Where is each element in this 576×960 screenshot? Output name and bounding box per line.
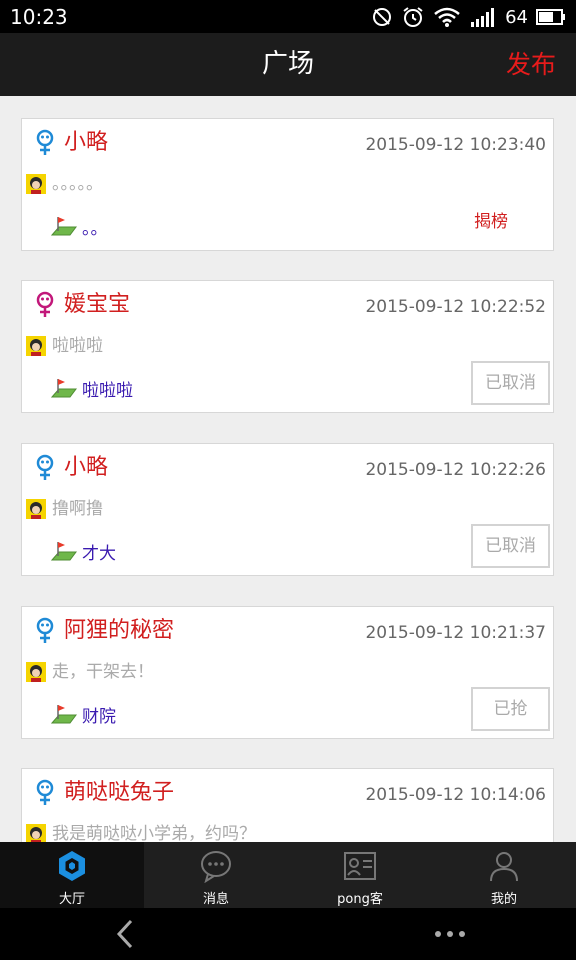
alarm-icon [403, 7, 423, 27]
post-time: 2015-09-12 10:21:37 [365, 623, 546, 643]
location-flag-icon [50, 379, 77, 398]
battery-icon [536, 9, 565, 25]
avatar [26, 336, 46, 356]
location-flag-icon [50, 705, 77, 724]
tab-hall[interactable]: 大厅 [0, 842, 144, 908]
no-disturb-icon [373, 8, 392, 26]
post-message: 走，干架去！ [52, 662, 154, 682]
feed-card[interactable]: 萌哒哒兔子 2015-09-12 10:14:06 我是萌哒哒小学弟，约吗？ [21, 768, 554, 842]
avatar [26, 824, 46, 842]
feed-card[interactable]: 阿狸的秘密 2015-09-12 10:21:37 走，干架去！ 财院 已抢 [21, 606, 554, 739]
status-time: 10:23 [10, 5, 68, 29]
avatar [26, 174, 46, 194]
title-bar: 广场 发布 [0, 33, 576, 96]
user-name[interactable]: 萌哒哒兔子 [64, 779, 174, 807]
bottom-tab-bar: 大厅 消息 pong客 我的 [0, 842, 576, 908]
claim-button[interactable]: 揭榜 [474, 209, 508, 235]
user-name[interactable]: 媛宝宝 [64, 291, 130, 319]
user-name[interactable]: 小略 [64, 454, 108, 482]
tab-pong[interactable]: pong客 [288, 842, 432, 908]
hall-icon [59, 851, 85, 881]
post-message: 。。。。。 [52, 174, 103, 194]
user-name[interactable]: 小略 [64, 129, 108, 157]
post-message: 我是萌哒哒小学弟，约吗？ [52, 824, 256, 842]
location-flag-icon [50, 217, 77, 236]
post-message: 撸啊撸 [52, 499, 103, 519]
user-name[interactable]: 阿狸的秘密 [64, 617, 174, 645]
post-time: 2015-09-12 10:22:52 [365, 297, 546, 317]
status-bar: 10:23 64 [0, 0, 576, 33]
post-time: 2015-09-12 10:14:06 [365, 785, 546, 805]
more-icon[interactable] [432, 928, 468, 940]
message-icon [201, 851, 231, 883]
male-user-icon [36, 129, 54, 155]
tab-message[interactable]: 消息 [144, 842, 288, 908]
back-icon[interactable] [113, 918, 139, 950]
status-button[interactable]: 已抢 [471, 687, 550, 731]
tab-label: 大厅 [58, 892, 85, 907]
avatar [26, 499, 46, 519]
wifi-icon [434, 7, 460, 27]
female-user-icon [36, 291, 54, 317]
post-location: 才大 [82, 544, 116, 564]
avatar [26, 662, 46, 682]
feed-card[interactable]: 小略 2015-09-12 10:22:26 撸啊撸 才大 已取消 [21, 443, 554, 576]
tab-label: pong客 [337, 892, 383, 907]
tab-label: 我的 [490, 892, 517, 907]
status-button[interactable]: 已取消 [471, 361, 550, 405]
location-flag-icon [50, 542, 77, 561]
post-location: 财院 [82, 707, 116, 727]
battery-level: 64 [505, 6, 528, 28]
feed-list[interactable]: 小略 2015-09-12 10:23:40 。。。。。 。。 揭榜 媛宝宝 2… [0, 96, 576, 842]
contact-card-icon [344, 852, 376, 880]
tab-label: 消息 [202, 892, 229, 907]
system-nav-bar [0, 908, 576, 960]
signal-icon [471, 8, 495, 27]
feed-card[interactable]: 小略 2015-09-12 10:23:40 。。。。。 。。 揭榜 [21, 118, 554, 251]
post-time: 2015-09-12 10:22:26 [365, 460, 546, 480]
post-time: 2015-09-12 10:23:40 [365, 135, 546, 155]
post-message: 啦啦啦 [52, 336, 103, 356]
publish-button[interactable]: 发布 [506, 33, 556, 96]
profile-icon [490, 852, 518, 882]
post-location: 。。 [82, 219, 108, 239]
status-icons: 64 [371, 4, 566, 30]
male-user-icon [36, 454, 54, 480]
feed-card[interactable]: 媛宝宝 2015-09-12 10:22:52 啦啦啦 啦啦啦 已取消 [21, 280, 554, 413]
tab-profile[interactable]: 我的 [432, 842, 576, 908]
male-user-icon [36, 779, 54, 805]
male-user-icon [36, 617, 54, 643]
page-title: 广场 [261, 49, 314, 79]
status-button[interactable]: 已取消 [471, 524, 550, 568]
post-location: 啦啦啦 [82, 381, 133, 401]
